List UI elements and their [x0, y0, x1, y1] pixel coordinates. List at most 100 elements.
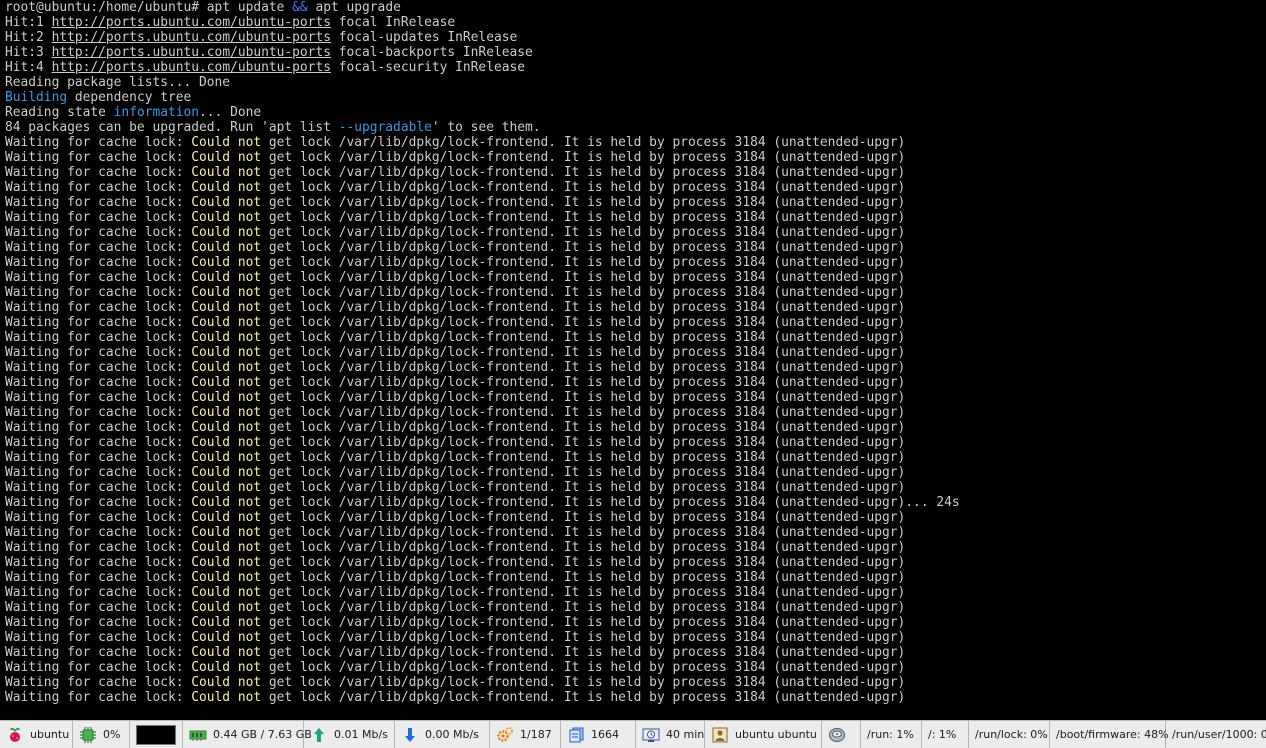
- wait-not: not: [237, 360, 262, 375]
- disk-run-lock[interactable]: /run/lock: 0%: [969, 721, 1050, 748]
- disk-segment[interactable]: [822, 721, 861, 748]
- hit-url[interactable]: http://ports.ubuntu.com/ubuntu-ports: [52, 60, 331, 75]
- wait-message: get lock /var/lib/dpkg/lock-frontend. It…: [268, 150, 906, 165]
- upload-rate: 0.01 Mb/s: [334, 728, 388, 741]
- disk-run-user[interactable]: /run/user/1000: 0%: [1166, 721, 1266, 748]
- cache-lock-wait-line: Waiting for cache lock: Could not get lo…: [5, 585, 1266, 600]
- wait-message: get lock /var/lib/dpkg/lock-frontend. It…: [268, 225, 906, 240]
- process-count: 1/187: [520, 728, 552, 741]
- wait-prefix: Waiting for cache lock:: [5, 660, 184, 675]
- wait-message: get lock /var/lib/dpkg/lock-frontend. It…: [268, 345, 906, 360]
- wait-not: not: [237, 285, 262, 300]
- wait-prefix: Waiting for cache lock:: [5, 315, 184, 330]
- wait-could: Could: [191, 645, 231, 660]
- wait-prefix: Waiting for cache lock:: [5, 360, 184, 375]
- wait-could: Could: [191, 180, 231, 195]
- wait-message: get lock /var/lib/dpkg/lock-frontend. It…: [268, 330, 906, 345]
- wait-could: Could: [191, 420, 231, 435]
- wait-could: Could: [191, 375, 231, 390]
- cpu-chip-icon: [79, 726, 97, 744]
- wait-not: not: [237, 420, 262, 435]
- cache-lock-wait-line: Waiting for cache lock: Could not get lo…: [5, 465, 1266, 480]
- wait-could: Could: [191, 390, 231, 405]
- upgradable-line: 84 packages can be upgraded. Run 'apt li…: [5, 120, 1266, 135]
- wait-could: Could: [191, 195, 231, 210]
- wait-lines: Waiting for cache lock: Could not get lo…: [5, 135, 1266, 705]
- files-segment[interactable]: 1664: [561, 721, 636, 748]
- user-segment[interactable]: ubuntu ubuntu: [705, 721, 822, 748]
- wait-not: not: [237, 645, 262, 660]
- disk-root[interactable]: /: 1%: [922, 721, 969, 748]
- uptime-segment[interactable]: 40 min: [636, 721, 705, 748]
- wait-message: get lock /var/lib/dpkg/lock-frontend. It…: [268, 240, 906, 255]
- wait-not: not: [237, 585, 262, 600]
- wait-could: Could: [191, 240, 231, 255]
- cache-lock-wait-line: Waiting for cache lock: Could not get lo…: [5, 660, 1266, 675]
- wait-could: Could: [191, 690, 231, 705]
- wait-prefix: Waiting for cache lock:: [5, 135, 184, 150]
- wait-elapsed: ... 24s: [905, 495, 960, 510]
- wait-not: not: [237, 300, 262, 315]
- disk-run-lock-usage: /run/lock: 0%: [975, 728, 1048, 741]
- wait-prefix: Waiting for cache lock:: [5, 675, 184, 690]
- command-part: apt update: [206, 0, 285, 15]
- cache-lock-wait-line: Waiting for cache lock: Could not get lo…: [5, 345, 1266, 360]
- cache-lock-wait-line: Waiting for cache lock: Could not get lo…: [5, 195, 1266, 210]
- disk-boot-firmware-usage: /boot/firmware: 48%: [1056, 728, 1169, 741]
- upgradable-text: 84 packages can be upgraded. Run 'apt li…: [5, 120, 331, 135]
- wait-could: Could: [191, 540, 231, 555]
- hit-url[interactable]: http://ports.ubuntu.com/ubuntu-ports: [52, 15, 331, 30]
- raspberry-icon: [6, 726, 24, 744]
- cache-lock-wait-line: Waiting for cache lock: Could not get lo…: [5, 435, 1266, 450]
- wait-message: get lock /var/lib/dpkg/lock-frontend. It…: [268, 270, 906, 285]
- wait-message: get lock /var/lib/dpkg/lock-frontend. It…: [268, 540, 906, 555]
- processes-segment[interactable]: 1/187: [490, 721, 561, 748]
- command-line: root@ubuntu:/home/ubuntu# apt update && …: [5, 0, 1266, 15]
- wait-not: not: [237, 330, 262, 345]
- upload-segment[interactable]: 0.01 Mb/s: [304, 721, 395, 748]
- wait-not: not: [237, 495, 262, 510]
- building-word: Building: [5, 90, 68, 105]
- cache-lock-wait-line: Waiting for cache lock: Could not get lo…: [5, 450, 1266, 465]
- terminal-output[interactable]: root@ubuntu:/home/ubuntu# apt update && …: [0, 0, 1266, 720]
- download-segment[interactable]: 0.00 Mb/s: [395, 721, 490, 748]
- wait-could: Could: [191, 255, 231, 270]
- wait-message: get lock /var/lib/dpkg/lock-frontend. It…: [268, 585, 906, 600]
- cpu-segment[interactable]: 0%: [73, 721, 130, 748]
- wait-message: get lock /var/lib/dpkg/lock-frontend. It…: [268, 510, 906, 525]
- cpu-graph-segment[interactable]: [130, 721, 183, 748]
- upload-arrow-icon: [310, 726, 328, 744]
- cache-lock-wait-line: Waiting for cache lock: Could not get lo…: [5, 225, 1266, 240]
- host-segment[interactable]: ubuntu: [0, 721, 73, 748]
- wait-prefix: Waiting for cache lock:: [5, 690, 184, 705]
- cache-lock-wait-line: Waiting for cache lock: Could not get lo…: [5, 240, 1266, 255]
- uptime: 40 min: [666, 728, 705, 741]
- wait-prefix: Waiting for cache lock:: [5, 435, 184, 450]
- wait-could: Could: [191, 285, 231, 300]
- wait-prefix: Waiting for cache lock:: [5, 450, 184, 465]
- hit-url[interactable]: http://ports.ubuntu.com/ubuntu-ports: [52, 45, 331, 60]
- disk-run[interactable]: /run: 1%: [861, 721, 922, 748]
- wait-could: Could: [191, 660, 231, 675]
- hit-url[interactable]: http://ports.ubuntu.com/ubuntu-ports: [52, 30, 331, 45]
- cache-lock-wait-line: Waiting for cache lock: Could not get lo…: [5, 405, 1266, 420]
- hit-line: Hit:3 http://ports.ubuntu.com/ubuntu-por…: [5, 45, 1266, 60]
- hit-label: Hit:1: [5, 15, 44, 30]
- cache-lock-wait-line: Waiting for cache lock: Could not get lo…: [5, 165, 1266, 180]
- wait-not: not: [237, 345, 262, 360]
- wait-prefix: Waiting for cache lock:: [5, 615, 184, 630]
- cache-lock-wait-line: Waiting for cache lock: Could not get lo…: [5, 135, 1266, 150]
- upgradable-flag: --upgradable: [338, 120, 432, 135]
- wait-not: not: [237, 480, 262, 495]
- cache-lock-wait-line: Waiting for cache lock: Could not get lo…: [5, 480, 1266, 495]
- wait-prefix: Waiting for cache lock:: [5, 645, 184, 660]
- wait-prefix: Waiting for cache lock:: [5, 390, 184, 405]
- wait-prefix: Waiting for cache lock:: [5, 600, 184, 615]
- wait-message: get lock /var/lib/dpkg/lock-frontend. It…: [268, 450, 906, 465]
- memory-segment[interactable]: 0.44 GB / 7.63 GB: [183, 721, 312, 748]
- wait-message: get lock /var/lib/dpkg/lock-frontend. It…: [268, 480, 906, 495]
- disk-boot-firmware[interactable]: /boot/firmware: 48%: [1050, 721, 1169, 748]
- wait-prefix: Waiting for cache lock:: [5, 405, 184, 420]
- disk-run-usage: /run: 1%: [867, 728, 914, 741]
- cache-lock-wait-line: Waiting for cache lock: Could not get lo…: [5, 360, 1266, 375]
